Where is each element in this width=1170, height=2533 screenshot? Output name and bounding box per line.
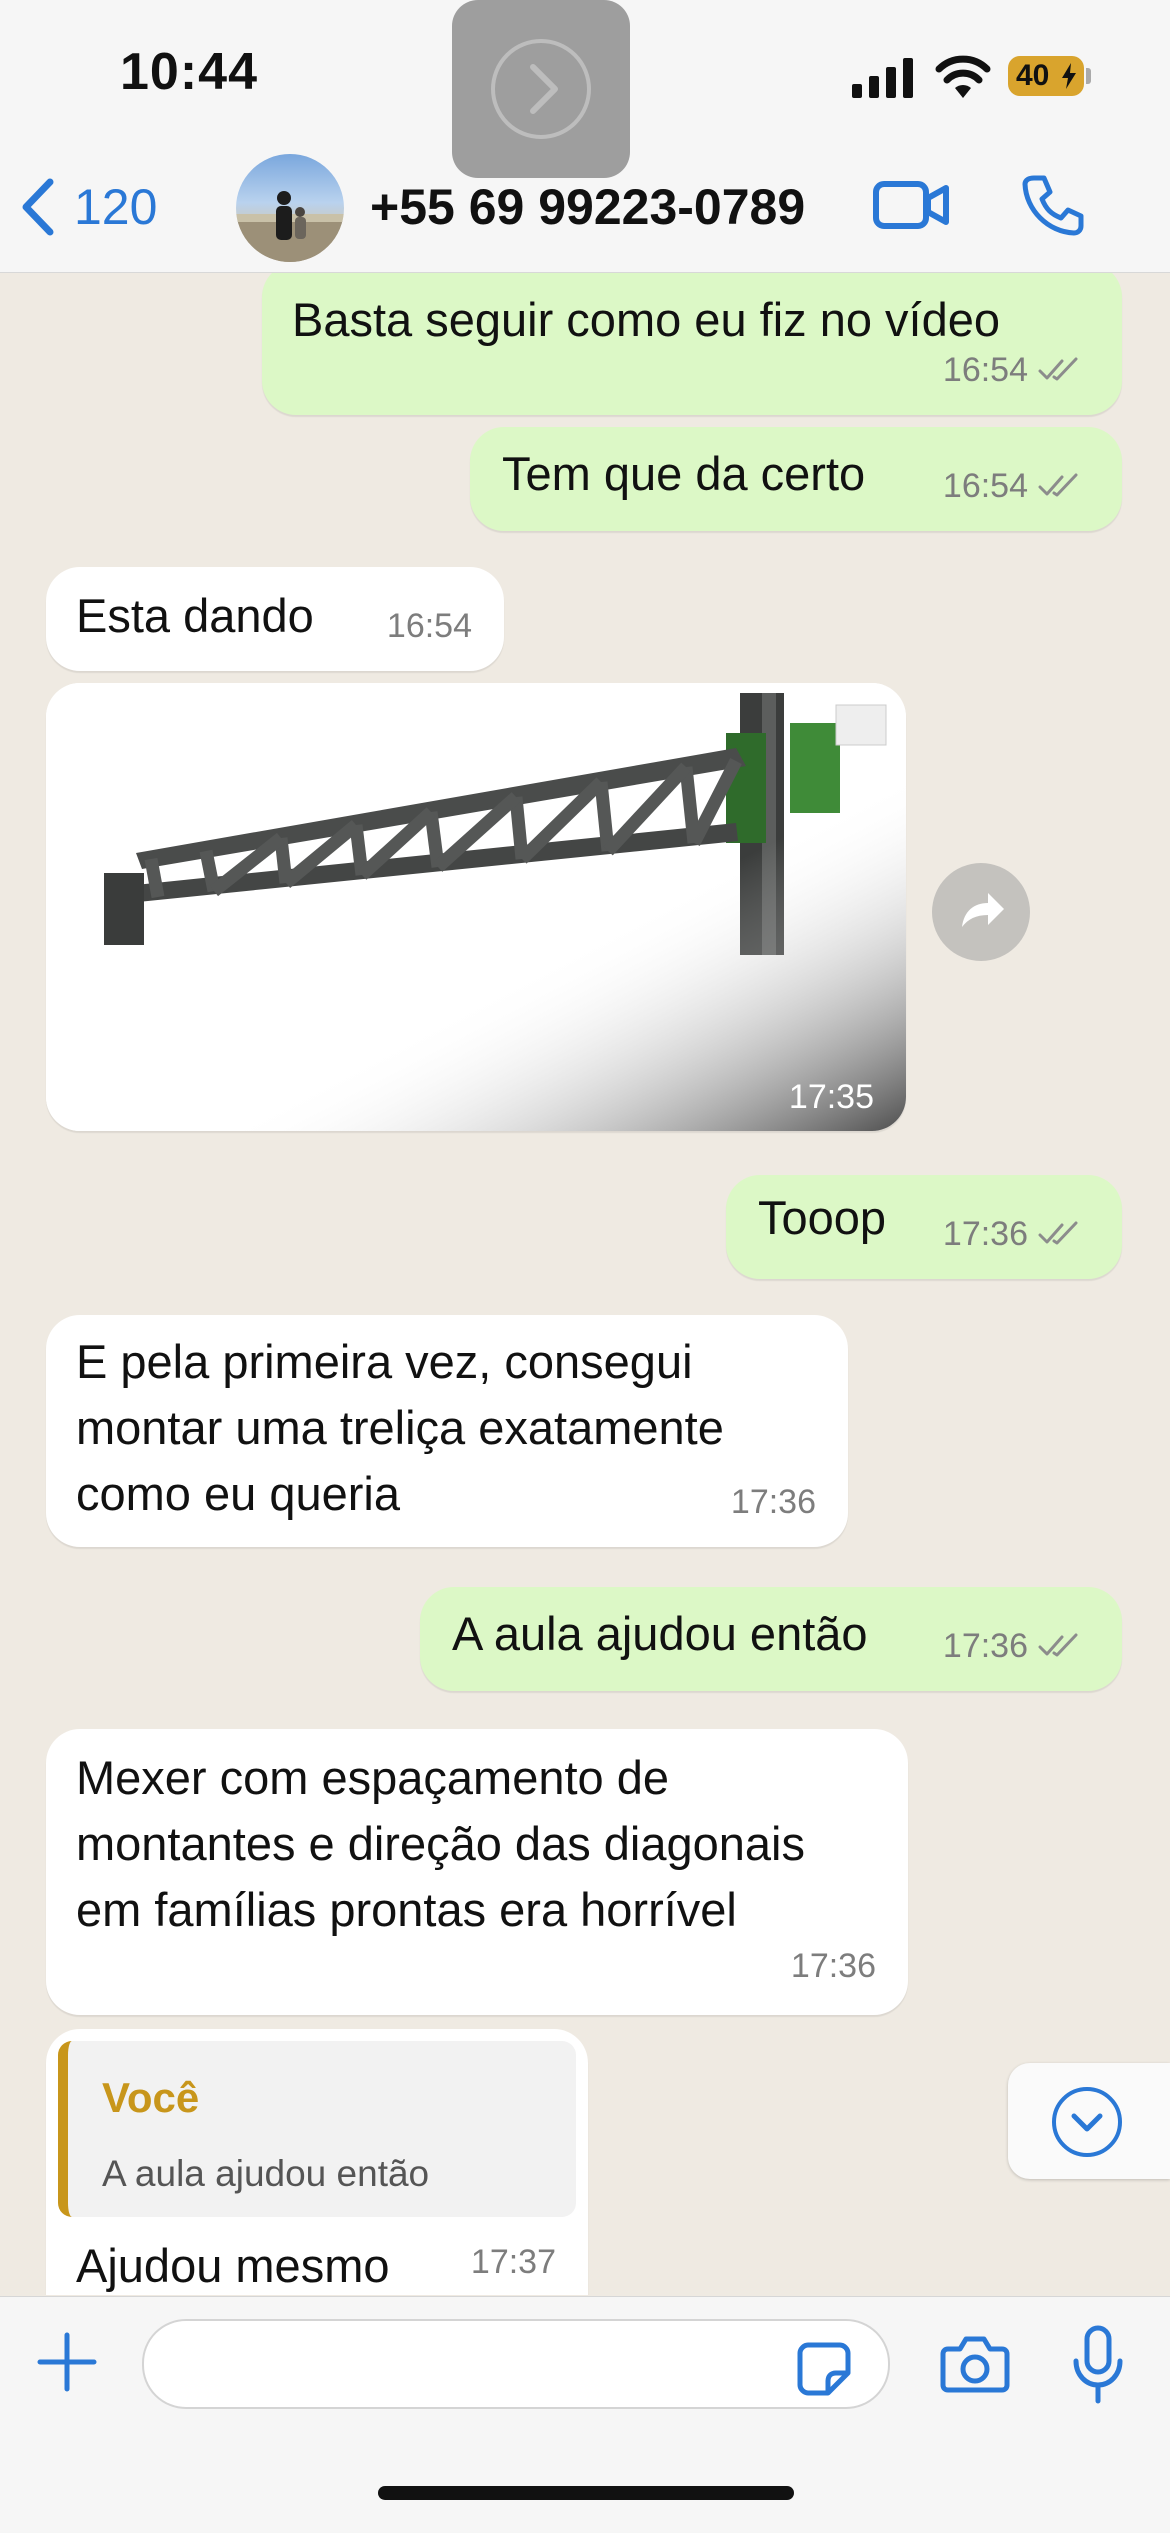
plus-icon[interactable] bbox=[36, 2331, 98, 2393]
message-text: A aula ajudou então bbox=[452, 1607, 868, 1660]
message-meta: 16:54 bbox=[943, 453, 1082, 519]
sticker-icon[interactable] bbox=[796, 2341, 852, 2397]
double-check-icon bbox=[1038, 473, 1078, 497]
camera-icon[interactable] bbox=[940, 2335, 1010, 2393]
clock: 10:44 bbox=[120, 43, 258, 101]
message-time: 16:54 bbox=[942, 467, 1028, 505]
image-message[interactable]: 17:35 bbox=[46, 683, 906, 1131]
signal-icon bbox=[852, 58, 913, 98]
forward-button[interactable] bbox=[932, 863, 1030, 961]
message-meta: 17:36 bbox=[791, 1933, 876, 1999]
unread-count: 120 bbox=[74, 179, 158, 235]
message-outgoing[interactable]: Basta seguir como eu fiz no vídeo 16:54 bbox=[262, 273, 1122, 415]
chevron-left-icon bbox=[22, 178, 54, 236]
message-time: 17:36 bbox=[942, 1627, 1028, 1665]
microphone-icon[interactable] bbox=[1070, 2325, 1126, 2405]
message-incoming-reply[interactable]: Você A aula ajudou então Ajudou mesmo 17… bbox=[46, 2029, 588, 2295]
wifi-icon bbox=[935, 55, 991, 98]
message-text: Tooop bbox=[758, 1191, 887, 1244]
message-meta: 16:54 bbox=[943, 337, 1082, 403]
message-text: Ajudou mesmo bbox=[76, 2239, 390, 2292]
avatar[interactable] bbox=[236, 154, 344, 262]
message-time: 17:36 bbox=[790, 1947, 876, 1985]
back-button[interactable]: 120 bbox=[20, 172, 157, 242]
message-meta: 17:37 bbox=[471, 2229, 556, 2295]
message-time: 17:37 bbox=[470, 2243, 556, 2281]
charging-icon bbox=[1062, 63, 1076, 89]
truss-image bbox=[46, 683, 906, 1131]
message-outgoing[interactable]: Tooop 17:36 bbox=[726, 1175, 1122, 1279]
pip-overlay[interactable] bbox=[452, 0, 630, 178]
home-indicator bbox=[378, 2486, 794, 2500]
message-incoming[interactable]: E pela primeira vez, consegui montar uma… bbox=[46, 1315, 848, 1547]
contact-name[interactable]: +55 69 99223-0789 bbox=[370, 178, 805, 236]
message-outgoing[interactable]: A aula ajudou então 17:36 bbox=[420, 1587, 1122, 1691]
message-text: E pela primeira vez, consegui montar uma… bbox=[76, 1335, 724, 1520]
message-text: Mexer com espaçamento de montantes e dir… bbox=[76, 1751, 805, 1936]
battery-indicator: 40 bbox=[1008, 56, 1084, 96]
scroll-to-bottom-button[interactable] bbox=[1008, 2063, 1170, 2179]
message-list[interactable]: Basta seguir como eu fiz no vídeo 16:54 … bbox=[0, 273, 1170, 2295]
double-check-icon bbox=[1038, 357, 1078, 381]
message-text: Basta seguir como eu fiz no vídeo bbox=[292, 293, 1001, 346]
message-time: 17:36 bbox=[730, 1483, 816, 1521]
forward-icon bbox=[962, 893, 1004, 927]
chevron-down-icon bbox=[1052, 2087, 1122, 2157]
message-meta: 17:36 bbox=[731, 1469, 816, 1535]
battery-level: 40 bbox=[1016, 59, 1050, 92]
double-check-icon bbox=[1038, 1221, 1078, 1245]
message-time: 17:35 bbox=[788, 1078, 874, 1116]
battery-cap bbox=[1086, 68, 1091, 84]
quoted-message[interactable]: Você A aula ajudou então bbox=[58, 2041, 576, 2217]
message-outgoing[interactable]: Tem que da certo 16:54 bbox=[470, 427, 1122, 531]
quote-text: A aula ajudou então bbox=[102, 2153, 430, 2194]
message-meta: 17:36 bbox=[943, 1201, 1082, 1267]
message-text: Esta dando bbox=[76, 589, 314, 642]
message-time: 17:36 bbox=[942, 1215, 1028, 1253]
message-input[interactable] bbox=[142, 2319, 890, 2409]
message-incoming[interactable]: Esta dando 16:54 bbox=[46, 567, 504, 671]
message-text: Tem que da certo bbox=[502, 447, 866, 500]
message-incoming[interactable]: Mexer com espaçamento de montantes e dir… bbox=[46, 1729, 908, 2015]
message-meta: 17:36 bbox=[943, 1613, 1082, 1679]
double-check-icon bbox=[1038, 1633, 1078, 1657]
quote-author: Você bbox=[102, 2074, 200, 2121]
chevron-right-icon bbox=[491, 39, 591, 139]
video-call-icon[interactable] bbox=[872, 176, 950, 234]
phone-icon[interactable] bbox=[1020, 172, 1086, 238]
message-time: 16:54 bbox=[942, 351, 1028, 389]
message-meta: 16:54 bbox=[387, 593, 472, 659]
message-time: 16:54 bbox=[386, 607, 472, 645]
